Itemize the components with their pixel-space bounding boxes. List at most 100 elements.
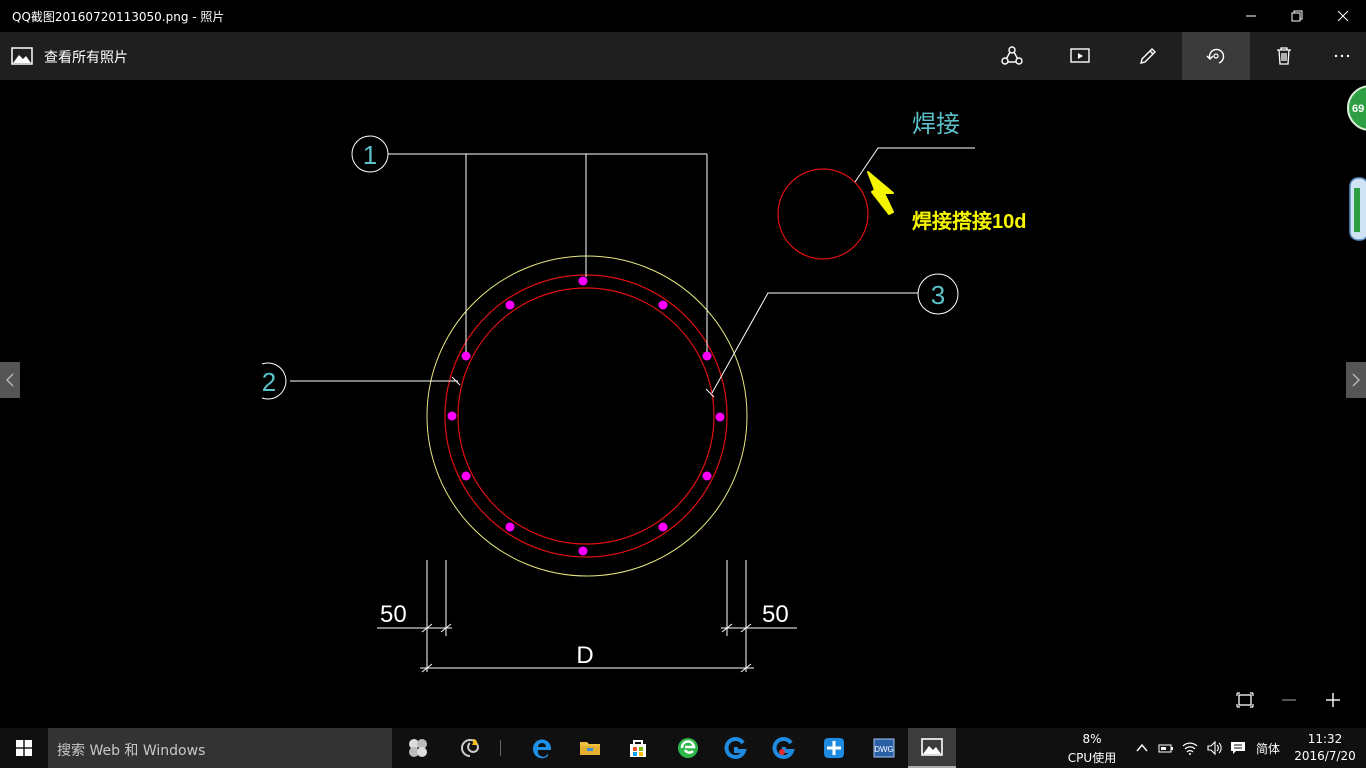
volume-tray[interactable]	[1204, 738, 1224, 758]
rebar-ring-inner	[457, 287, 715, 545]
zoom-out-button[interactable]	[1274, 688, 1304, 712]
swirl-bell-icon	[461, 739, 480, 757]
search-box[interactable]: 搜索 Web 和 Windows	[48, 728, 392, 768]
weld-label: 焊接	[912, 111, 960, 138]
window-title: QQ截图20160720113050.png - 照片	[12, 10, 225, 24]
pointer-arrow-icon	[867, 171, 894, 215]
rotate-button[interactable]	[1182, 32, 1250, 80]
taskbar-file-explorer[interactable]	[566, 728, 614, 768]
callout-1-number: 1	[363, 140, 377, 170]
photos-app-bar: 查看所有照片	[0, 32, 1366, 80]
view-all-photos-link[interactable]: 查看所有照片	[44, 47, 128, 67]
start-button[interactable]	[0, 728, 48, 768]
rebar-dot	[702, 351, 712, 361]
clock-time[interactable]: 11:32	[1290, 732, 1360, 746]
rebar-dot	[447, 411, 457, 421]
cpu-percent: 8%	[1082, 732, 1102, 746]
taskbar-360-browser[interactable]	[664, 728, 712, 768]
rebar-dot	[461, 351, 471, 361]
more-options-button[interactable]	[1308, 32, 1366, 80]
more-icon	[1334, 54, 1350, 58]
task-view-button[interactable]	[394, 728, 442, 768]
floating-speed-ball[interactable]: 69	[1344, 84, 1366, 132]
callout-1-leader	[388, 153, 708, 352]
fit-to-window-button[interactable]	[1230, 688, 1260, 712]
delete-icon	[1277, 47, 1291, 65]
callout-3-number: 3	[931, 280, 945, 310]
taskbar-photos[interactable]	[908, 728, 956, 768]
svg-text:DWG: DWG	[874, 745, 894, 754]
speed-ball-badge: 69	[1352, 103, 1364, 115]
edge-browser-icon	[532, 739, 551, 759]
battery-plug-icon	[1158, 744, 1173, 753]
action-center-button[interactable]	[1228, 738, 1248, 758]
close-icon	[1337, 10, 1349, 22]
pile-outline-circle	[426, 255, 748, 577]
rotate-icon	[1206, 48, 1225, 64]
taskbar-app-cad[interactable]: DWG	[860, 728, 908, 768]
restore-button[interactable]	[1274, 0, 1320, 32]
rebar-dot	[505, 300, 515, 310]
longitudinal-bars	[447, 276, 725, 556]
slideshow-icon	[1070, 48, 1090, 63]
floating-side-gauge[interactable]	[1348, 176, 1366, 242]
taskbar-app-plus[interactable]	[810, 728, 858, 768]
taskbar-app-notify[interactable]	[446, 728, 494, 768]
weld-detail-circle	[777, 168, 869, 260]
wifi-icon	[1182, 742, 1198, 755]
rebar-ring-outer	[444, 274, 728, 558]
chevron-right-icon	[1352, 373, 1360, 387]
edit-icon	[1140, 48, 1156, 64]
callout-3-tick	[705, 388, 715, 398]
dim-left-50: 50	[380, 601, 407, 628]
show-hidden-icons-button[interactable]	[1132, 738, 1152, 758]
taskbar-store[interactable]	[614, 728, 662, 768]
dim-right-50: 50	[762, 601, 789, 628]
photos-gallery-icon[interactable]	[10, 44, 34, 68]
windows-taskbar: 搜索 Web 和 Windows DWG 8% CPU使用 简体 11:32 2…	[0, 728, 1366, 768]
windows-logo-icon	[16, 740, 32, 756]
red-blue-g-icon	[772, 737, 795, 759]
rebar-dot	[578, 546, 588, 556]
close-button[interactable]	[1320, 0, 1366, 32]
chevron-up-icon	[1136, 743, 1148, 752]
ime-indicator[interactable]: 简体	[1252, 740, 1284, 757]
battery-tray[interactable]	[1156, 738, 1176, 758]
search-placeholder: 搜索 Web 和 Windows	[57, 743, 206, 759]
rebar-dot	[658, 522, 668, 532]
rebar-dot	[578, 276, 588, 286]
blue-cross-icon	[824, 738, 844, 758]
edit-button[interactable]	[1114, 32, 1182, 80]
taskbar-separator	[500, 740, 501, 756]
clock-date[interactable]: 2016/7/20	[1290, 749, 1360, 763]
fit-window-icon	[1236, 692, 1254, 708]
side-gauge-fill	[1354, 188, 1360, 232]
rebar-dot	[505, 522, 515, 532]
restore-icon	[1291, 10, 1303, 22]
rebar-dot	[461, 471, 471, 481]
wifi-tray[interactable]	[1180, 738, 1200, 758]
share-icon	[1001, 46, 1023, 65]
weld-note: 焊接搭接10d	[912, 209, 1026, 233]
rebar-dot	[715, 412, 725, 422]
callout-2-number: 2	[262, 367, 276, 397]
green-browser-icon	[678, 738, 698, 758]
minimize-button[interactable]	[1228, 0, 1274, 32]
message-icon	[1231, 742, 1245, 754]
photo-viewer-canvas: 1 2 3 焊接 焊接搭接10d 50 50 D 69	[0, 80, 1366, 728]
speaker-icon	[1207, 740, 1222, 756]
next-photo-button[interactable]	[1346, 362, 1366, 398]
zoom-in-button[interactable]	[1318, 688, 1348, 712]
taskbar-app-red-g[interactable]	[760, 728, 808, 768]
plus-icon	[1326, 693, 1340, 707]
rebar-dot	[658, 300, 668, 310]
slideshow-button[interactable]	[1046, 32, 1114, 80]
minus-icon	[1282, 699, 1296, 701]
cad-drawing: 1 2 3 焊接 焊接搭接10d 50 50 D	[262, 111, 1026, 673]
share-button[interactable]	[978, 32, 1046, 80]
previous-photo-button[interactable]	[0, 362, 20, 398]
chevron-left-icon	[6, 373, 14, 387]
taskbar-app-blue-g[interactable]	[712, 728, 760, 768]
blue-g-icon	[724, 737, 747, 759]
taskbar-edge[interactable]	[518, 728, 566, 768]
